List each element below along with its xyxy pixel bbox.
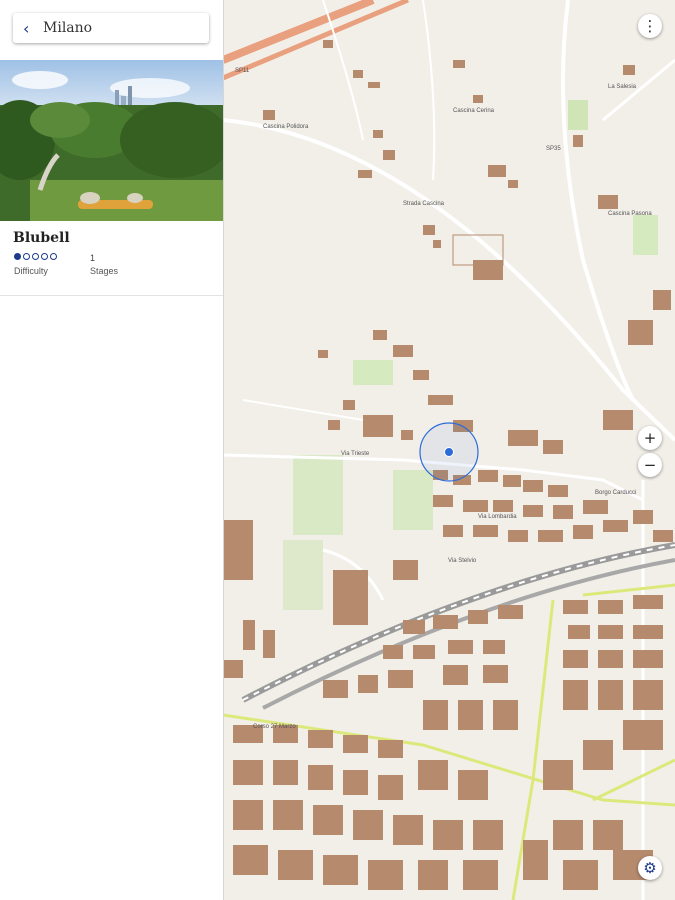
panel-divider	[0, 295, 223, 296]
stages-value: 1	[90, 253, 96, 263]
chevron-left-icon: ‹	[23, 18, 30, 38]
map-label-road-f: Corso 27 Marzo	[253, 724, 296, 730]
trail-photo	[0, 60, 223, 221]
map-label-place-a: Cascina Polidora	[263, 124, 309, 130]
back-label: Milano	[43, 20, 93, 36]
difficulty-dot-empty	[41, 253, 48, 260]
map-label-place-c: La Salesia	[608, 84, 637, 90]
map-label-road-c: Strada Cascina	[403, 201, 445, 207]
zoom-out-button[interactable]: −	[638, 453, 662, 477]
trail-panel: ‹ Milano Blubell Difficulty 1 Stages	[0, 0, 224, 900]
map-label-road-a: SP11	[235, 68, 250, 74]
trail-name: Blubell	[13, 230, 70, 246]
map-view[interactable]: SP11 SP35 Strada Cascina Via Trieste Via…	[223, 0, 675, 900]
back-button[interactable]: ‹ Milano	[13, 13, 209, 43]
difficulty-dot-empty	[50, 253, 57, 260]
map-label-place-b: Cascina Cerina	[453, 108, 495, 114]
map-canvas[interactable]: SP11 SP35 Strada Cascina Via Trieste Via…	[223, 0, 675, 900]
map-label-place-d: Cascina Pasona	[608, 211, 652, 217]
difficulty-dot-empty	[23, 253, 30, 260]
gear-icon[interactable]: ⚙	[638, 856, 662, 880]
difficulty-dot-empty	[32, 253, 39, 260]
difficulty-dot-filled	[14, 253, 21, 260]
difficulty-rating	[14, 253, 57, 260]
map-label-road-e: Via Lombardia	[478, 514, 517, 520]
stages-label: Stages	[90, 266, 119, 276]
map-label-road-b: SP35	[546, 146, 561, 152]
difficulty-label: Difficulty	[14, 266, 48, 276]
map-label-road-d: Via Trieste	[341, 451, 370, 457]
map-label-place-e: Borgo Carducci	[595, 490, 636, 496]
map-label-place-f: Via Stelvio	[448, 558, 477, 564]
more-vert-icon[interactable]: ⋮	[638, 14, 662, 38]
current-location-icon	[444, 447, 454, 457]
zoom-in-button[interactable]: +	[638, 426, 662, 450]
